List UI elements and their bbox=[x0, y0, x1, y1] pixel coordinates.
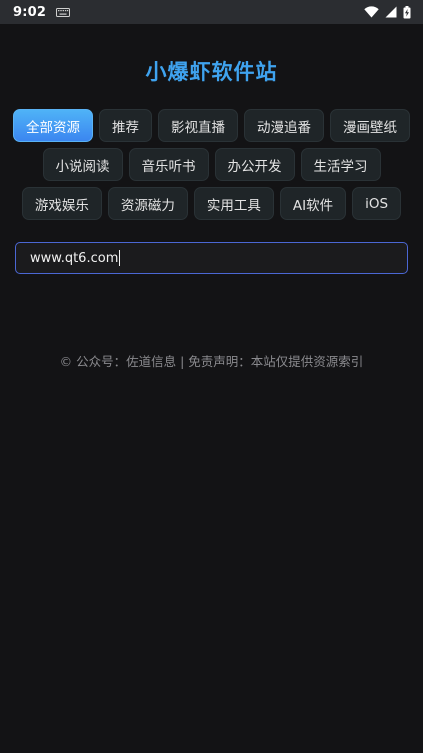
footer-disclaimer: © 公众号：佐道信息 | 免责声明：本站仅提供资源索引 bbox=[59, 354, 364, 369]
category-chip-ai[interactable]: AI软件 bbox=[279, 187, 347, 220]
category-chip-anime[interactable]: 动漫追番 bbox=[244, 109, 324, 142]
category-chip-tools[interactable]: 实用工具 bbox=[193, 187, 274, 220]
status-bar: 9:02 bbox=[0, 0, 423, 24]
category-chip-music-audiobook[interactable]: 音乐听书 bbox=[128, 148, 209, 181]
page-title: 小爆虾软件站 bbox=[145, 60, 278, 84]
category-chip-novel-reading[interactable]: 小说阅读 bbox=[42, 148, 123, 181]
status-left: 9:02 bbox=[13, 4, 71, 20]
category-chip-magnet[interactable]: 资源磁力 bbox=[107, 187, 188, 220]
category-chip-life-study[interactable]: 生活学习 bbox=[300, 148, 381, 181]
category-chip-games[interactable]: 游戏娱乐 bbox=[21, 187, 102, 220]
cellular-icon bbox=[385, 6, 397, 18]
category-row-1: 全部资源 推荐 影视直播 动漫追番 漫画壁纸 bbox=[0, 109, 423, 142]
status-right bbox=[364, 5, 411, 19]
category-row-3: 游戏娱乐 资源磁力 实用工具 AI软件 iOS bbox=[0, 187, 423, 220]
category-chip-video-live[interactable]: 影视直播 bbox=[158, 109, 238, 142]
search-field[interactable]: www.qt6.com bbox=[15, 242, 408, 274]
status-time: 9:02 bbox=[13, 4, 47, 20]
category-chip-comics-wallpaper[interactable]: 漫画壁纸 bbox=[330, 109, 410, 142]
text-cursor bbox=[119, 250, 121, 266]
category-chip-ios[interactable]: iOS bbox=[352, 187, 402, 220]
battery-charging-icon bbox=[403, 5, 411, 19]
category-chip-all[interactable]: 全部资源 bbox=[13, 109, 93, 142]
keyboard-icon bbox=[56, 7, 71, 17]
category-chip-recommend[interactable]: 推荐 bbox=[99, 109, 152, 142]
category-row-2: 小说阅读 音乐听书 办公开发 生活学习 bbox=[0, 148, 423, 181]
category-chip-office-dev[interactable]: 办公开发 bbox=[214, 148, 295, 181]
search-input[interactable]: www.qt6.com bbox=[30, 251, 118, 266]
wifi-icon bbox=[364, 6, 379, 18]
